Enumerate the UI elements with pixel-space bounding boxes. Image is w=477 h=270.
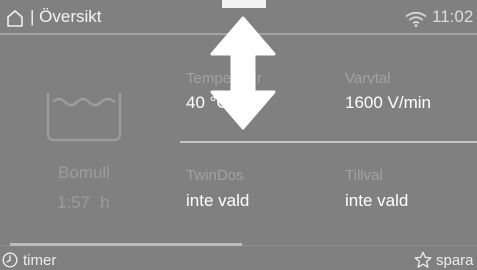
save-label: spara	[436, 251, 474, 269]
timer-button[interactable]: timer	[2, 250, 56, 270]
home-icon[interactable]	[6, 9, 24, 27]
save-button[interactable]: spara	[414, 250, 474, 270]
star-icon	[414, 251, 432, 268]
scroll-indicator	[10, 243, 242, 246]
double-arrow-vertical-icon	[210, 16, 276, 130]
twindos-value[interactable]: inte vald	[186, 191, 249, 211]
program-duration[interactable]: 1:57 h	[57, 193, 110, 213]
program-name[interactable]: Bomull	[58, 163, 110, 183]
spin-speed-value[interactable]: 1600 V/min	[345, 93, 431, 113]
duration-value: 1:57	[57, 193, 91, 212]
spin-speed-label: Varvtal	[345, 70, 391, 87]
page-title: | Översikt	[30, 7, 102, 26]
options-value[interactable]: inte vald	[345, 191, 408, 211]
duration-unit: h	[100, 193, 110, 212]
options-label: Tillval	[345, 167, 383, 184]
settings-divider	[180, 141, 477, 143]
clock: 11:02	[432, 7, 474, 26]
wifi-icon	[405, 11, 427, 27]
overview-screen: | Översikt 11:02 Bomull 1:57 h Temperatur…	[0, 0, 477, 270]
pull-down-handle[interactable]	[222, 0, 266, 8]
clock-icon	[2, 252, 18, 268]
timer-label: timer	[23, 251, 57, 269]
washtub-icon	[46, 93, 122, 142]
twindos-label: TwinDos	[186, 167, 244, 184]
